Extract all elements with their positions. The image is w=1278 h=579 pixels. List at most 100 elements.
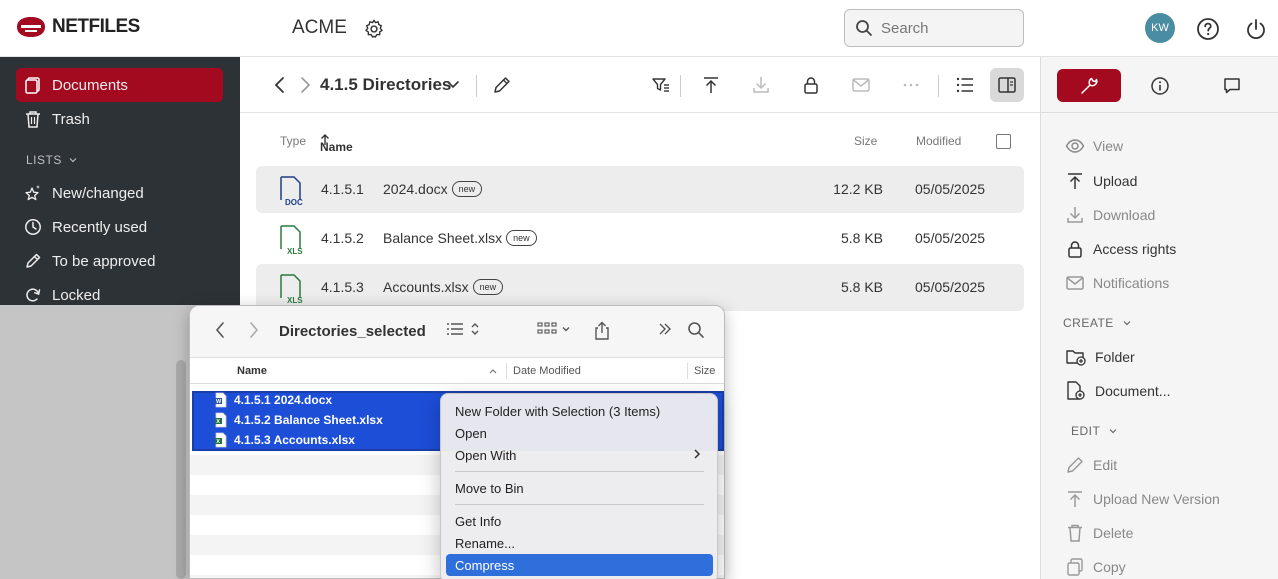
logo[interactable]: NETFILES [16,16,140,38]
power-icon[interactable] [1244,17,1268,41]
finder-forward-button[interactable] [248,321,260,339]
column-header-size[interactable]: Size [854,134,877,148]
scrollbar[interactable] [176,360,186,579]
finder-column-date-modified[interactable]: Date Modified [513,365,581,377]
file-name[interactable]: Balance Sheet.xlsx new [383,230,537,246]
trash-icon [1068,524,1082,542]
upload-button[interactable] [696,71,726,99]
action-label: Upload New Version [1093,491,1220,507]
file-row[interactable]: DOC 4.1.5.1 2024.docx new 12.2 KB 05/05/… [256,166,1024,213]
lock-icon [1068,241,1082,258]
edit-copy[interactable]: Copy [1065,557,1126,577]
chevron-down-icon [1123,321,1131,326]
gear-icon[interactable] [363,18,385,40]
sidebar-item-to-be-approved[interactable]: To be approved [16,244,223,278]
search-input[interactable] [881,19,1011,37]
add-folder-icon [1066,350,1086,366]
menu-item-get-info[interactable]: Get Info [446,510,713,532]
menu-item-new-folder-with-selection[interactable]: New Folder with Selection (3 Items) [446,400,713,422]
search-icon [856,20,872,36]
help-icon[interactable] [1196,17,1220,41]
filter-button[interactable] [646,71,676,99]
folder-dropdown-button[interactable] [438,71,468,99]
action-label: Document... [1095,383,1171,399]
file-number: 4.1.5.3 [321,279,364,295]
tab-tools[interactable] [1057,69,1121,102]
file-list-header: Type Name Size Modified [256,128,1024,156]
lock-button[interactable] [796,71,826,99]
column-divider[interactable] [687,363,688,379]
svg-text:DOC: DOC [285,198,303,206]
action-download[interactable]: Download [1065,205,1155,225]
finder-column-name[interactable]: Name [237,365,267,377]
file-size: 5.8 KB [840,230,883,246]
more-button[interactable] [896,71,926,99]
file-row[interactable]: XLS 4.1.5.3 Accounts.xlsx new 5.8 KB 05/… [256,264,1024,311]
tab-info[interactable] [1128,69,1192,102]
add-document-icon [1067,381,1085,400]
notify-button[interactable] [846,71,876,99]
svg-text:X: X [216,419,220,425]
edit-edit[interactable]: Edit [1065,455,1117,475]
organization-name[interactable]: ACME [292,17,347,39]
menu-item-rename[interactable]: Rename... [446,532,713,554]
action-notifications[interactable]: Notifications [1065,273,1169,293]
create-folder[interactable]: Folder [1065,347,1135,367]
menu-item-open[interactable]: Open [446,422,713,444]
section-create[interactable]: CREATE [1063,316,1132,330]
search-box[interactable] [844,9,1024,47]
menu-separator [455,471,704,472]
rename-folder-button[interactable] [487,71,517,99]
finder-column-size[interactable]: Size [694,365,715,377]
details-panel-toggle[interactable] [990,68,1024,102]
sidebar-item-documents[interactable]: Documents [16,68,223,102]
finder-back-button[interactable] [214,321,226,339]
toolbar-divider [938,75,939,97]
file-row[interactable]: XLS 4.1.5.2 Balance Sheet.xlsx new 5.8 K… [256,215,1024,262]
sidebar-item-trash[interactable]: Trash [16,102,223,136]
list-view-button[interactable] [950,71,980,99]
tab-comments[interactable] [1200,69,1264,102]
pencil-icon [494,77,510,93]
finder-search-button[interactable] [687,321,705,339]
download-button[interactable] [746,71,776,99]
upload-icon [1068,173,1082,189]
download-icon [1067,207,1083,223]
finder-share-button[interactable] [593,321,611,341]
file-name[interactable]: Accounts.xlsx new [383,279,504,295]
finder-view-options-button[interactable] [446,321,480,337]
column-header-name[interactable]: Name [320,134,353,154]
menu-item-compress[interactable]: Compress [446,554,713,576]
current-folder-title[interactable]: 4.1.5 Directories [320,75,451,95]
sidebar-item-label: To be approved [52,252,156,270]
edit-delete[interactable]: Delete [1065,523,1133,543]
action-label: Copy [1093,559,1126,575]
section-edit[interactable]: EDIT [1071,424,1118,438]
finder-file-row[interactable]: W 4.1.5.1 2024.docx [214,390,332,410]
finder-file-row[interactable]: X 4.1.5.3 Accounts.xlsx [214,430,355,450]
action-upload[interactable]: Upload [1065,171,1137,191]
column-header-type[interactable]: Type [280,134,306,148]
svg-text:W: W [216,399,222,405]
finder-file-row[interactable]: X 4.1.5.2 Balance Sheet.xlsx [214,410,383,430]
action-view[interactable]: View [1065,137,1123,155]
action-access-rights[interactable]: Access rights [1065,239,1176,259]
menu-item-move-to-bin[interactable]: Move to Bin [446,477,713,499]
user-avatar[interactable]: KW [1145,13,1175,43]
menu-item-open-with[interactable]: Open With [446,444,713,466]
sidebar-section-lists[interactable]: LISTS [26,153,78,167]
edit-upload-new-version[interactable]: Upload New Version [1065,489,1220,509]
file-number: 4.1.5.2 [321,230,364,246]
column-divider[interactable] [506,363,507,379]
sidebar-item-recently-used[interactable]: Recently used [16,210,223,244]
finder-more-button[interactable] [657,321,673,337]
create-document[interactable]: Document... [1065,381,1170,401]
select-all-checkbox[interactable] [996,134,1011,149]
finder-group-button[interactable] [537,321,571,337]
file-name[interactable]: 2024.docx new [383,181,483,197]
column-header-modified[interactable]: Modified [916,134,961,148]
forward-button[interactable] [290,71,320,99]
sidebar-item-new-changed[interactable]: New/changed [16,176,223,210]
finder-file-name: 4.1.5.3 Accounts.xlsx [234,433,355,447]
column-header-name-label: Name [320,140,353,154]
